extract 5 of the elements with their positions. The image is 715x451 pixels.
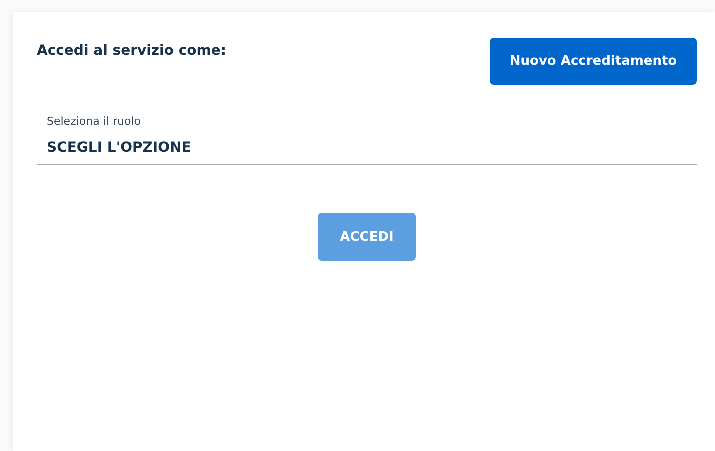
select-value: SCEGLI L'OPZIONE	[47, 140, 192, 156]
section-heading: Accedi al servizio come:	[37, 43, 226, 59]
new-accreditation-button[interactable]: Nuovo Accreditamento	[490, 38, 697, 85]
role-select[interactable]: Seleziona il ruolo SCEGLI L'OPZIONE	[37, 115, 697, 165]
select-label: Seleziona il ruolo	[47, 115, 142, 128]
